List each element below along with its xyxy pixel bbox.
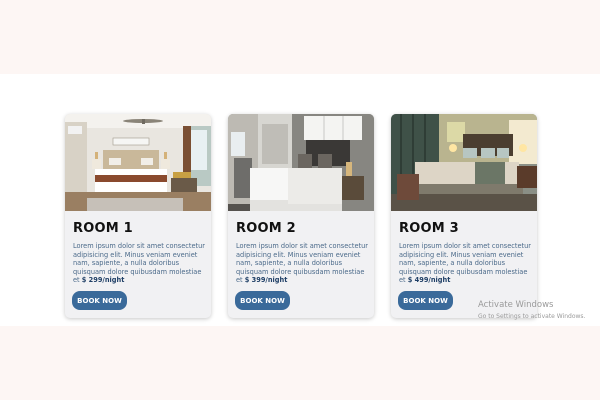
watermark-title: Activate Windows — [478, 300, 554, 310]
room-price: $ 299/night — [81, 276, 125, 285]
room-description: Lorem ipsum dolor sit amet consectetur a… — [399, 242, 533, 285]
book-now-button[interactable]: BOOK NOW — [398, 291, 453, 310]
room-photo — [228, 114, 374, 211]
watermark-subtitle: Go to Settings to activate Windows. — [478, 313, 586, 320]
room-title: ROOM 2 — [236, 221, 296, 236]
room-price: $ 399/night — [244, 276, 288, 285]
room-price: $ 499/night — [407, 276, 451, 285]
room-title: ROOM 3 — [399, 221, 459, 236]
room-description: Lorem ipsum dolor sit amet consectetur a… — [73, 242, 207, 285]
book-now-button[interactable]: BOOK NOW — [72, 291, 127, 310]
room-card: ROOM 1 Lorem ipsum dolor sit amet consec… — [65, 114, 211, 318]
activate-windows-watermark: Activate Windows Go to Settings to activ… — [478, 300, 585, 320]
room-photo — [391, 114, 537, 211]
room-title: ROOM 1 — [73, 221, 133, 236]
book-now-button[interactable]: BOOK NOW — [235, 291, 290, 310]
room-card: ROOM 3 Lorem ipsum dolor sit amet consec… — [391, 114, 537, 318]
room-photo — [65, 114, 211, 211]
room-description: Lorem ipsum dolor sit amet consectetur a… — [236, 242, 370, 285]
room-card: ROOM 2 Lorem ipsum dolor sit amet consec… — [228, 114, 374, 318]
